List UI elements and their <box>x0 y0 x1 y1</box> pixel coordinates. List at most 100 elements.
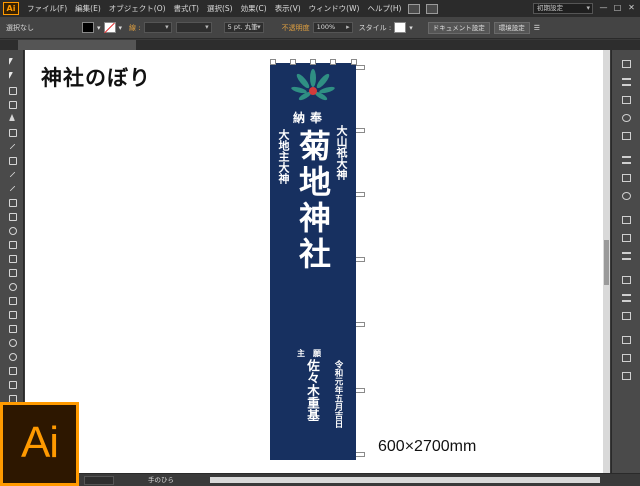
workspace-value: 初期設定 <box>537 4 563 12</box>
mesh-tool-icon[interactable] <box>8 310 17 319</box>
top-loop <box>290 59 296 65</box>
width-tool-icon[interactable] <box>8 254 17 263</box>
stroke-weight-field[interactable]: ▾ <box>143 22 172 33</box>
color-guide-icon[interactable] <box>622 78 631 86</box>
bridge-icon[interactable] <box>408 3 421 14</box>
document-tab[interactable] <box>18 40 136 50</box>
side-loop <box>356 322 365 327</box>
blob-brush-tool-icon[interactable] <box>8 198 17 207</box>
type-tool-icon[interactable] <box>8 128 17 137</box>
shape-builder-tool-icon[interactable] <box>8 282 17 291</box>
chevron-down-icon[interactable]: ▾ <box>97 24 101 32</box>
date-text: 令和元年五月吉日 <box>333 360 343 428</box>
direct-selection-tool-icon[interactable] <box>8 72 16 80</box>
vertical-scrollbar[interactable] <box>603 50 610 473</box>
deity-left-text: 大地主大神 <box>277 129 290 184</box>
opacity-field[interactable]: 100% ▸ <box>312 22 353 33</box>
color-panel-icon[interactable] <box>622 60 631 68</box>
style-label: スタイル : <box>358 23 392 32</box>
workspace-select[interactable]: 初期設定 <box>533 3 593 14</box>
kiku-crest-icon <box>291 69 335 101</box>
selection-status: 選択なし <box>6 23 34 32</box>
line-tool-icon[interactable] <box>8 142 16 150</box>
paragraph-panel-icon[interactable] <box>622 294 631 302</box>
free-transform-tool-icon[interactable] <box>8 268 17 277</box>
opentype-panel-icon[interactable] <box>622 312 631 320</box>
graph-tool-icon[interactable] <box>8 380 17 389</box>
swatches-panel-icon[interactable] <box>622 96 631 104</box>
rotate-tool-icon[interactable] <box>8 226 17 235</box>
menu-help[interactable]: ヘルプ(H) <box>363 3 405 14</box>
side-loop <box>356 452 365 457</box>
canvas[interactable]: 神社のぼり 納奉 大地主大神 大山祇大神 菊地神社 主願 令和元年五月吉日 佐々… <box>25 50 610 473</box>
character-panel-icon[interactable] <box>622 276 631 284</box>
menu-file[interactable]: ファイル(F) <box>23 3 71 14</box>
align-panel-icon[interactable] <box>622 354 631 362</box>
stroke-swatch[interactable] <box>103 22 116 34</box>
symbol-sprayer-tool-icon[interactable] <box>8 366 17 375</box>
top-loop <box>270 59 276 65</box>
transparency-panel-icon[interactable] <box>622 192 631 200</box>
scale-tool-icon[interactable] <box>8 240 17 249</box>
menu-bar: Ai ファイル(F) 編集(E) オブジェクト(O) 書式(T) 選択(S) 効… <box>0 0 640 17</box>
magic-wand-tool-icon[interactable] <box>8 86 17 95</box>
nobori-flag[interactable]: 納奉 大地主大神 大山祇大神 菊地神社 主願 令和元年五月吉日 佐々木重基 <box>270 63 356 460</box>
brushes-panel-icon[interactable] <box>622 114 631 122</box>
fill-swatch[interactable] <box>82 22 94 33</box>
menu-object[interactable]: オブジェクト(O) <box>105 3 170 14</box>
menu-select[interactable]: 選択(S) <box>203 3 237 14</box>
side-loop <box>356 128 365 133</box>
transform-panel-icon[interactable] <box>622 336 631 344</box>
selection-tool-icon[interactable] <box>8 58 16 66</box>
scrollbar-thumb[interactable] <box>604 240 609 285</box>
stroke-panel-icon[interactable] <box>622 156 631 164</box>
side-loop <box>356 257 365 262</box>
stroke-label[interactable]: 線 : <box>129 23 141 33</box>
paintbrush-tool-icon[interactable] <box>8 170 16 178</box>
top-loop <box>330 59 336 65</box>
pen-tool-icon[interactable] <box>8 114 16 122</box>
eraser-tool-icon[interactable] <box>8 212 17 221</box>
menu-effect[interactable]: 効果(C) <box>237 3 271 14</box>
menu-window[interactable]: ウィンドウ(W) <box>305 3 364 14</box>
minimize-button[interactable]: — <box>598 3 609 13</box>
layers-panel-icon[interactable] <box>622 252 631 260</box>
pencil-tool-icon[interactable] <box>8 184 16 192</box>
appearance-panel-icon[interactable] <box>622 216 631 224</box>
chevron-down-icon[interactable]: ▾ <box>119 24 123 32</box>
arrange-documents-icon[interactable] <box>426 3 439 14</box>
app-logo: Ai <box>3 2 19 15</box>
graphic-styles-panel-icon[interactable] <box>622 234 631 242</box>
rectangle-tool-icon[interactable] <box>8 156 17 165</box>
gradient-tool-icon[interactable] <box>8 324 17 333</box>
document-setup-button[interactable]: ドキュメント設定 <box>427 21 490 34</box>
menu-type[interactable]: 書式(T) <box>170 3 203 14</box>
gradient-panel-icon[interactable] <box>622 174 631 182</box>
blend-tool-icon[interactable] <box>8 352 17 361</box>
horizontal-scrollbar[interactable] <box>210 477 600 483</box>
artboard-tool-icon[interactable] <box>8 394 17 403</box>
panel-menu-icon[interactable]: ☰ <box>534 24 540 32</box>
lasso-tool-icon[interactable] <box>8 100 17 109</box>
panel-dock <box>611 50 640 475</box>
maximize-button[interactable]: □ <box>612 3 623 13</box>
symbols-panel-icon[interactable] <box>622 132 631 140</box>
side-loop <box>356 65 365 70</box>
illustrator-window: Ai ファイル(F) 編集(E) オブジェクト(O) 書式(T) 選択(S) 効… <box>0 0 640 486</box>
preferences-button[interactable]: 環境設定 <box>493 21 530 34</box>
graphic-style-swatch[interactable] <box>394 22 407 33</box>
perspective-grid-tool-icon[interactable] <box>8 296 17 305</box>
variable-width-select[interactable]: ▾ <box>175 22 212 33</box>
illustrator-logo: Ai <box>0 402 79 486</box>
status-bar: 手のひら <box>0 473 640 486</box>
menu-edit[interactable]: 編集(E) <box>71 3 105 14</box>
eyedropper-tool-icon[interactable] <box>8 338 17 347</box>
menu-view[interactable]: 表示(V) <box>271 3 305 14</box>
zoom-field[interactable] <box>84 476 114 485</box>
brush-select[interactable]: 5 pt. 丸筆 ▾ <box>223 22 264 33</box>
top-loop <box>310 59 316 65</box>
opacity-label[interactable]: 不透明度 <box>282 23 310 33</box>
close-button[interactable]: ✕ <box>626 3 637 13</box>
chevron-down-icon[interactable]: ▾ <box>409 24 413 32</box>
pathfinder-panel-icon[interactable] <box>622 372 631 380</box>
